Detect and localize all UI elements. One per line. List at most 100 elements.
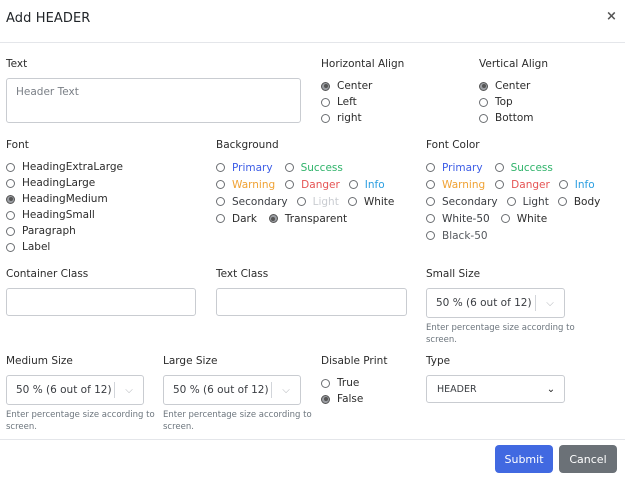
- radio-icon[interactable]: [347, 197, 357, 206]
- radio-icon[interactable]: [494, 163, 504, 172]
- radio-icon[interactable]: [284, 163, 294, 172]
- horizontal-align-label: Horizontal Align: [321, 58, 405, 70]
- font-option[interactable]: HeadingMedium: [6, 191, 123, 207]
- background-light[interactable]: Light: [313, 196, 339, 208]
- radio-icon[interactable]: [479, 97, 488, 107]
- disable-print-true[interactable]: True: [321, 375, 363, 391]
- background-transparent[interactable]: Transparent: [285, 213, 347, 225]
- header-divider: [0, 42, 625, 43]
- font-color-white[interactable]: White: [517, 213, 548, 225]
- horizontal-align-center[interactable]: Center: [321, 78, 372, 94]
- horizontal-align-right[interactable]: right: [321, 110, 372, 126]
- radio-icon[interactable]: [6, 178, 15, 188]
- radio-icon[interactable]: [426, 197, 435, 206]
- vertical-align-label: Vertical Align: [479, 58, 548, 70]
- background-danger[interactable]: Danger: [301, 179, 340, 191]
- vertical-align-top[interactable]: Top: [479, 94, 534, 110]
- background-white[interactable]: White: [364, 196, 395, 208]
- font-option[interactable]: Label: [6, 239, 123, 255]
- type-select[interactable]: HEADER ⌄: [426, 375, 565, 403]
- radio-icon[interactable]: [6, 210, 15, 220]
- font-color-group: Primary Success Warning Danger Info Seco…: [426, 159, 600, 244]
- large-size-select[interactable]: 50 % (6 out of 12) ⌵: [163, 375, 301, 405]
- chevron-down-icon[interactable]: ⌵: [536, 298, 564, 309]
- chevron-down-icon[interactable]: ⌄: [544, 384, 558, 395]
- cancel-button[interactable]: Cancel: [559, 445, 617, 473]
- radio-icon[interactable]: [285, 180, 295, 189]
- close-icon[interactable]: ×: [606, 9, 617, 24]
- radio-icon[interactable]: [268, 214, 278, 223]
- background-info[interactable]: Info: [365, 179, 385, 191]
- header-text-input[interactable]: [6, 78, 301, 123]
- radio-icon[interactable]: [6, 162, 15, 172]
- small-size-value: 50 % (6 out of 12): [436, 297, 532, 309]
- horizontal-align-left[interactable]: Left: [321, 94, 372, 110]
- font-color-secondary[interactable]: Secondary: [442, 196, 498, 208]
- large-size-label: Large Size: [163, 355, 218, 367]
- radio-icon[interactable]: [6, 226, 15, 236]
- background-secondary[interactable]: Secondary: [232, 196, 288, 208]
- text-class-input[interactable]: [216, 288, 407, 316]
- font-color-success[interactable]: Success: [511, 162, 553, 174]
- medium-size-select[interactable]: 50 % (6 out of 12) ⌵: [6, 375, 144, 405]
- vertical-align-bottom[interactable]: Bottom: [479, 110, 534, 126]
- disable-print-label: Disable Print: [321, 355, 388, 367]
- radio-icon[interactable]: [321, 378, 330, 388]
- container-class-input[interactable]: [6, 288, 196, 316]
- radio-icon[interactable]: [216, 163, 225, 172]
- radio-icon[interactable]: [500, 214, 510, 223]
- font-color-white-50[interactable]: White-50: [442, 213, 490, 225]
- background-success[interactable]: Success: [301, 162, 343, 174]
- radio-icon[interactable]: [426, 214, 435, 223]
- radio-icon[interactable]: [296, 197, 306, 206]
- vertical-align-group: Center Top Bottom: [479, 78, 534, 126]
- font-color-primary[interactable]: Primary: [442, 162, 483, 174]
- radio-icon[interactable]: [495, 180, 505, 189]
- disable-print-false[interactable]: False: [321, 391, 363, 407]
- radio-icon[interactable]: [6, 242, 15, 252]
- background-dark[interactable]: Dark: [232, 213, 257, 225]
- radio-icon[interactable]: [321, 81, 330, 91]
- small-size-help: Enter percentage size according to scree…: [426, 323, 575, 345]
- chevron-down-icon[interactable]: ⌵: [272, 385, 300, 396]
- small-size-select[interactable]: 50 % (6 out of 12) ⌵: [426, 288, 565, 318]
- background-primary[interactable]: Primary: [232, 162, 273, 174]
- font-color-warning[interactable]: Warning: [442, 179, 485, 191]
- radio-icon[interactable]: [506, 197, 516, 206]
- font-option[interactable]: HeadingSmall: [6, 207, 123, 223]
- large-size-value: 50 % (6 out of 12): [173, 384, 269, 396]
- font-option[interactable]: Paragraph: [6, 223, 123, 239]
- radio-icon[interactable]: [6, 194, 15, 204]
- radio-icon[interactable]: [426, 163, 435, 172]
- font-color-light[interactable]: Light: [523, 196, 549, 208]
- font-color-info[interactable]: Info: [575, 179, 595, 191]
- radio-icon[interactable]: [348, 180, 358, 189]
- radio-icon[interactable]: [426, 180, 435, 189]
- font-group: HeadingExtraLarge HeadingLarge HeadingMe…: [6, 159, 123, 255]
- font-option[interactable]: HeadingLarge: [6, 175, 123, 191]
- medium-size-value: 50 % (6 out of 12): [16, 384, 112, 396]
- radio-icon[interactable]: [321, 97, 330, 107]
- disable-print-group: True False: [321, 375, 363, 407]
- font-color-body[interactable]: Body: [574, 196, 601, 208]
- large-size-help: Enter percentage size according to scree…: [163, 410, 312, 432]
- radio-icon[interactable]: [557, 197, 567, 206]
- submit-button[interactable]: Submit: [495, 445, 553, 473]
- radio-icon[interactable]: [321, 113, 330, 123]
- font-color-danger[interactable]: Danger: [511, 179, 550, 191]
- radio-icon[interactable]: [426, 231, 435, 240]
- background-warning[interactable]: Warning: [232, 179, 275, 191]
- radio-icon[interactable]: [558, 180, 568, 189]
- vertical-align-center[interactable]: Center: [479, 78, 534, 94]
- font-color-black-50[interactable]: Black-50: [442, 230, 488, 242]
- font-label: Font: [6, 139, 29, 151]
- radio-icon[interactable]: [479, 113, 488, 123]
- radio-icon[interactable]: [321, 394, 330, 404]
- radio-icon[interactable]: [479, 81, 488, 91]
- radio-icon[interactable]: [216, 180, 225, 189]
- font-option[interactable]: HeadingExtraLarge: [6, 159, 123, 175]
- radio-icon[interactable]: [216, 197, 225, 206]
- radio-icon[interactable]: [216, 214, 225, 223]
- chevron-down-icon[interactable]: ⌵: [115, 385, 143, 396]
- medium-size-label: Medium Size: [6, 355, 73, 367]
